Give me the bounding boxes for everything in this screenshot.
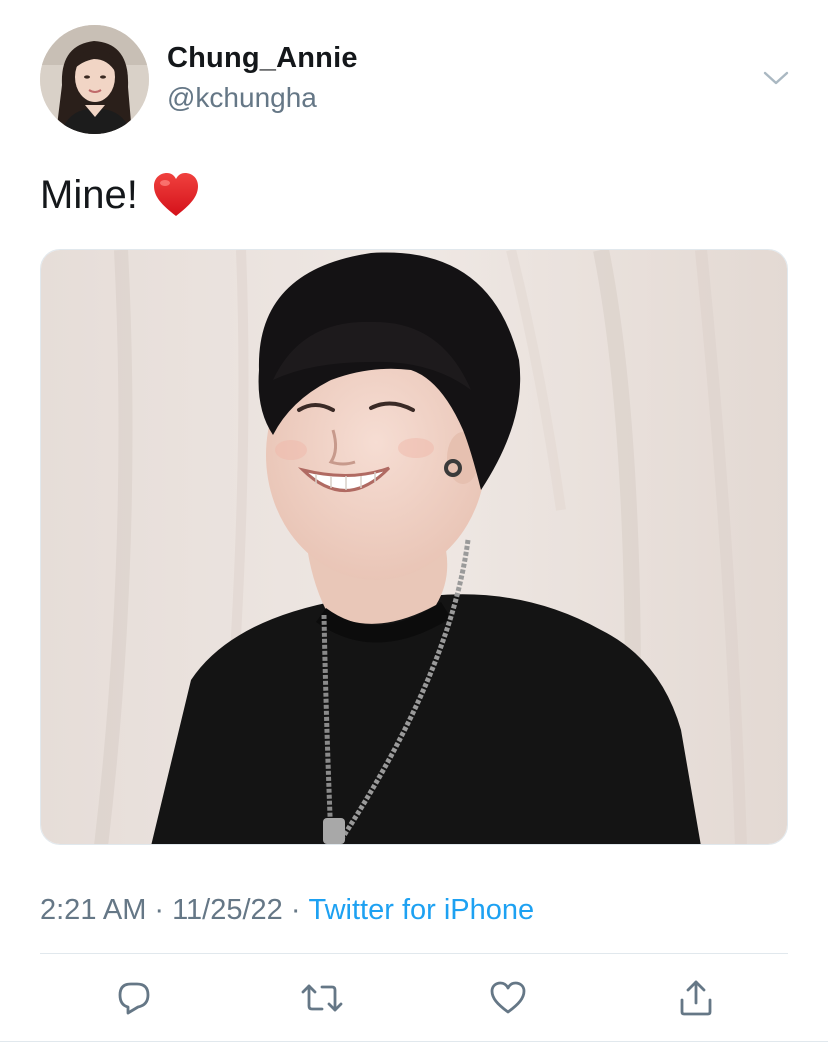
share-icon: [680, 980, 712, 1016]
like-icon: [490, 981, 526, 1014]
tweet-time: 2:21 AM: [40, 894, 147, 926]
divider: [40, 953, 788, 954]
retweet-button[interactable]: [296, 972, 348, 1024]
tweet-text-content: Mine!: [40, 173, 138, 217]
display-name[interactable]: Chung_Annie: [167, 40, 358, 76]
avatar[interactable]: [40, 25, 149, 134]
tweet-date: 11/25/22: [172, 894, 283, 926]
user-handle[interactable]: @kchungha: [167, 81, 317, 115]
avatar-photo: [40, 25, 149, 134]
tweet-media-photo[interactable]: [40, 249, 788, 845]
tweet-text: Mine!: [40, 170, 200, 220]
meta-separator: ·: [154, 894, 165, 926]
like-button[interactable]: [482, 972, 534, 1024]
reply-button[interactable]: [108, 972, 160, 1024]
red-heart-icon: [152, 172, 200, 218]
chevron-down-icon[interactable]: [760, 64, 792, 92]
action-bar: [40, 972, 788, 1024]
share-button[interactable]: [670, 972, 722, 1024]
tweet-meta: 2:21 AM · 11/25/22 · Twitter for iPhone: [40, 892, 534, 928]
reply-icon: [118, 982, 150, 1015]
tweet-source-link[interactable]: Twitter for iPhone: [308, 894, 534, 926]
meta-separator-2: ·: [290, 894, 301, 926]
retweet-icon: [301, 984, 343, 1012]
